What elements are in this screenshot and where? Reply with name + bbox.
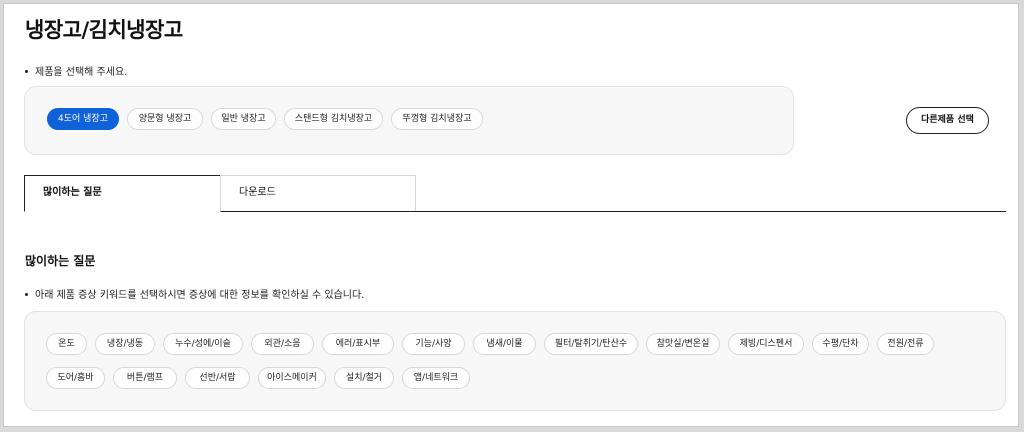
faq-section-title: 많이하는 질문 bbox=[25, 254, 96, 268]
faq-hint-text: 아래 제품 증상 키워드를 선택하시면 증상에 대한 정보를 확인하실 수 있습… bbox=[35, 290, 365, 301]
tab-bar: 많이하는 질문 다운로드 bbox=[24, 175, 1006, 212]
keyword-chip[interactable]: 외관/소음 bbox=[251, 333, 314, 355]
bullet-icon bbox=[25, 292, 28, 296]
product-chip-4door[interactable]: 4도어 냉장고 bbox=[47, 108, 119, 130]
product-chip-general[interactable]: 일반 냉장고 bbox=[211, 108, 276, 130]
product-chip-lid-kimchi[interactable]: 뚜껑형 김치냉장고 bbox=[391, 108, 483, 130]
tab-faq[interactable]: 많이하는 질문 bbox=[24, 175, 221, 212]
keyword-chip[interactable]: 설치/철거 bbox=[334, 367, 394, 389]
product-chip-stand-kimchi[interactable]: 스탠드형 김치냉장고 bbox=[284, 108, 383, 130]
keyword-chip[interactable]: 누수/성에/이슬 bbox=[163, 333, 243, 355]
keyword-chip[interactable]: 온도 bbox=[46, 333, 87, 355]
tab-download[interactable]: 다운로드 bbox=[220, 175, 416, 211]
keyword-chip[interactable]: 참맛실/변온실 bbox=[646, 333, 720, 355]
keyword-chip[interactable]: 아이스메이커 bbox=[258, 367, 326, 389]
keyword-chip[interactable]: 수평/단차 bbox=[812, 333, 869, 355]
keyword-chip[interactable]: 기능/사양 bbox=[402, 333, 465, 355]
other-product-button[interactable]: 다른제품 선택 bbox=[906, 107, 989, 134]
keyword-chip[interactable]: 선반/서랍 bbox=[185, 367, 250, 389]
product-select-panel: 4도어 냉장고 양문형 냉장고 일반 냉장고 스탠드형 김치냉장고 뚜껑형 김치… bbox=[24, 86, 794, 155]
keyword-chip[interactable]: 도어/홈바 bbox=[46, 367, 105, 389]
keyword-chip[interactable]: 제빙/디스펜서 bbox=[728, 333, 804, 355]
keyword-chip[interactable]: 냉장/냉동 bbox=[95, 333, 155, 355]
page-frame: 냉장고/김치냉장고 제품을 선택해 주세요. 4도어 냉장고 양문형 냉장고 일… bbox=[3, 3, 1019, 427]
product-hint-text: 제품을 선택해 주세요. bbox=[35, 67, 128, 78]
keyword-chip[interactable]: 앱/네트워크 bbox=[402, 367, 470, 389]
keyword-chip[interactable]: 전원/전류 bbox=[877, 333, 934, 355]
keyword-chip[interactable]: 필터/탈취기/탄산수 bbox=[544, 333, 638, 355]
faq-hint: 아래 제품 증상 키워드를 선택하시면 증상에 대한 정보를 확인하실 수 있습… bbox=[25, 286, 364, 301]
keyword-chip[interactable]: 냄새/이물 bbox=[473, 333, 536, 355]
bullet-icon bbox=[25, 69, 28, 73]
page-title: 냉장고/김치냉장고 bbox=[25, 18, 183, 42]
keyword-chip[interactable]: 버튼/램프 bbox=[113, 367, 177, 389]
product-chip-side-by-side[interactable]: 양문형 냉장고 bbox=[127, 108, 203, 130]
product-hint: 제품을 선택해 주세요. bbox=[25, 63, 127, 78]
keyword-panel: 온도 냉장/냉동 누수/성에/이슬 외관/소음 에러/표시부 기능/사양 냄새/… bbox=[24, 311, 1006, 411]
keyword-chip[interactable]: 에러/표시부 bbox=[322, 333, 394, 355]
